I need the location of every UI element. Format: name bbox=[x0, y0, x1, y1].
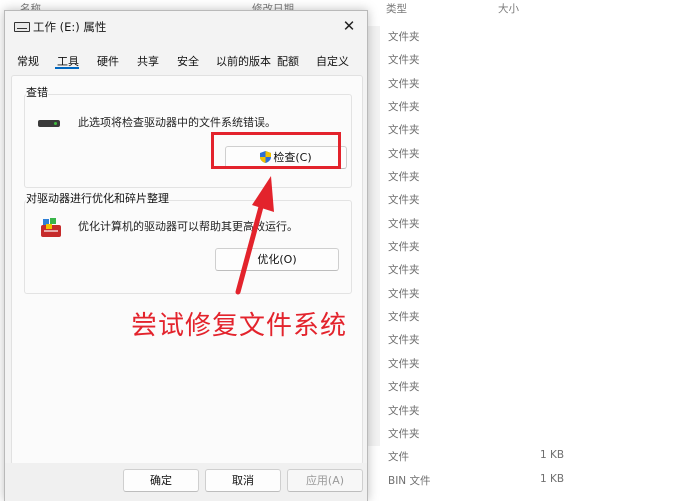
arrow-head bbox=[252, 176, 274, 212]
annotation-arrow bbox=[235, 176, 274, 295]
annotation-caption: 尝试修复文件系统 bbox=[131, 311, 348, 341]
